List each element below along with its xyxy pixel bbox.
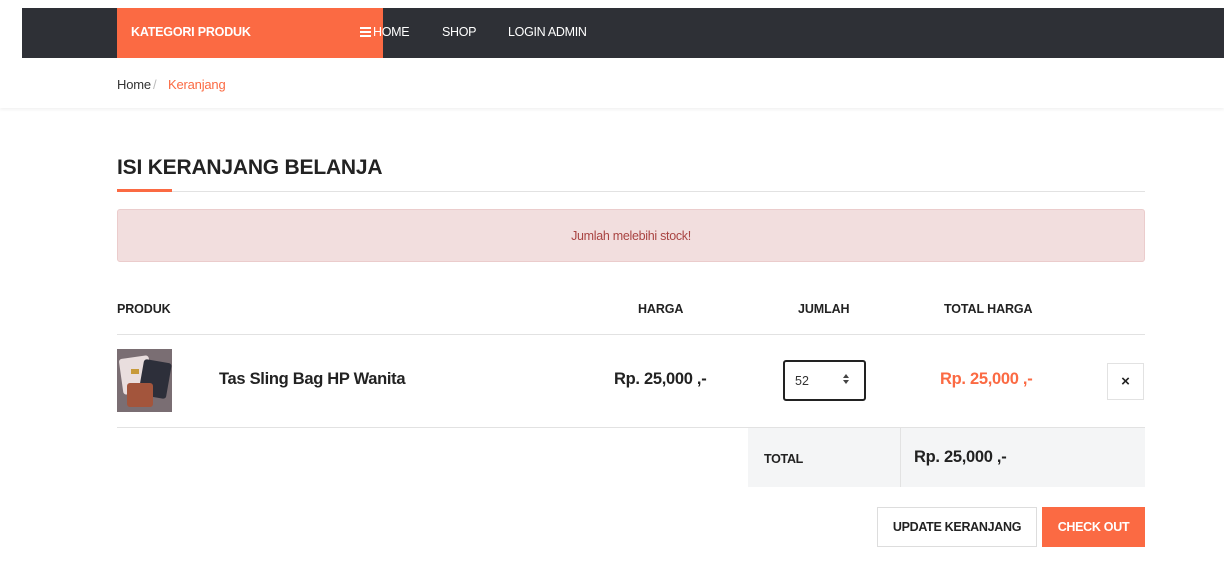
checkout-button[interactable]: CHECK OUT [1042, 507, 1145, 547]
close-icon: × [1121, 373, 1130, 390]
total-label: TOTAL [764, 452, 804, 466]
total-value: Rp. 25,000 ,- [914, 448, 1007, 466]
category-menu-button[interactable]: KATEGORI PRODUK [117, 8, 383, 58]
nav-link-shop[interactable]: SHOP [442, 25, 477, 39]
table-header-divider [117, 334, 1145, 335]
alert-message: Jumlah melebihi stock! [571, 229, 691, 243]
menu-icon [360, 27, 371, 38]
quantity-input[interactable] [795, 371, 835, 391]
nav-link-home[interactable]: HOME [373, 25, 410, 39]
breadcrumb-home[interactable]: Home [117, 77, 151, 92]
product-price: Rp. 25,000 ,- [614, 370, 707, 388]
title-divider [117, 191, 1145, 192]
product-name[interactable]: Tas Sling Bag HP Wanita [219, 370, 406, 389]
remove-item-button[interactable]: × [1107, 363, 1144, 400]
nav-link-login-admin[interactable]: LOGIN ADMIN [508, 25, 587, 39]
category-menu-label: KATEGORI PRODUK [131, 25, 251, 39]
summary-divider [900, 428, 901, 487]
row-total-price: Rp. 25,000 ,- [940, 370, 1033, 388]
quantity-stepper[interactable] [783, 360, 866, 401]
stock-alert: Jumlah melebihi stock! [117, 209, 1145, 262]
product-thumbnail[interactable] [117, 349, 172, 412]
column-header-product: PRODUK [117, 302, 171, 316]
column-header-total: TOTAL HARGA [944, 302, 1033, 316]
breadcrumb: Home / Keranjang [0, 58, 1224, 108]
update-cart-button[interactable]: UPDATE KERANJANG [877, 507, 1037, 547]
cart-total-summary: TOTAL Rp. 25,000 ,- [748, 428, 1145, 487]
column-header-quantity: JUMLAH [798, 302, 850, 316]
title-accent-bar [117, 189, 172, 192]
spin-arrows-icon[interactable] [843, 374, 849, 388]
top-navbar: KATEGORI PRODUK HOME SHOP LOGIN ADMIN [22, 8, 1224, 58]
page-title: ISI KERANJANG BELANJA [117, 156, 383, 179]
breadcrumb-separator: / [153, 77, 157, 92]
column-header-price: HARGA [638, 302, 684, 316]
breadcrumb-current: Keranjang [168, 77, 226, 92]
